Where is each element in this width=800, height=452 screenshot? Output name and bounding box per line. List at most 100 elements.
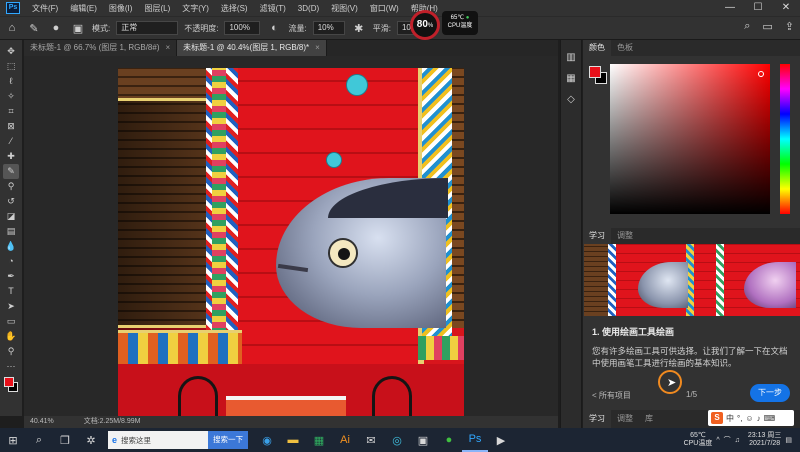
widgets-icon[interactable]: ✲: [78, 428, 104, 452]
next-step-button[interactable]: 下一步: [750, 384, 790, 402]
document-tab-active[interactable]: 未标题-1 @ 40.4%(图层 1, RGB/8)* ×: [177, 40, 327, 56]
zoom-level[interactable]: 40.41%: [30, 418, 54, 425]
windows-start-icon[interactable]: ⊞: [0, 428, 26, 452]
frame-tool-icon[interactable]: ⊠: [3, 119, 19, 134]
share-icon[interactable]: ⇪: [785, 20, 794, 33]
brush-settings-icon[interactable]: ▣: [70, 20, 86, 36]
color-swatches[interactable]: [3, 376, 19, 394]
more-tools-icon[interactable]: ···: [3, 359, 19, 374]
tab-libraries[interactable]: 库: [639, 410, 659, 428]
eyedropper-tool-icon[interactable]: ⁄: [3, 134, 19, 149]
search-icon[interactable]: ⌕: [26, 428, 52, 452]
keyboard-icon[interactable]: ⌨: [764, 414, 776, 423]
menu-filter[interactable]: 滤镜(T): [254, 3, 292, 14]
mode-select[interactable]: 正常: [116, 21, 179, 35]
type-tool-icon[interactable]: T: [3, 284, 19, 299]
document-canvas[interactable]: [118, 68, 464, 416]
hand-tool-icon[interactable]: ✋: [3, 329, 19, 344]
ime-mode[interactable]: 中: [726, 413, 734, 424]
menu-select[interactable]: 选择(S): [215, 3, 254, 14]
wechat-icon[interactable]: ●: [436, 428, 462, 452]
history-panel-icon[interactable]: ▥: [566, 52, 575, 63]
crop-tool-icon[interactable]: ⌗: [3, 104, 19, 119]
panel-foreground-swatch[interactable]: [589, 66, 601, 78]
emoji-icon[interactable]: ☺: [745, 414, 753, 423]
video-call-icon[interactable]: ▶: [488, 428, 514, 452]
menu-layer[interactable]: 图层(L): [138, 3, 176, 14]
chevron-up-icon[interactable]: ^: [716, 437, 719, 444]
maximize-button[interactable]: ☐: [744, 0, 772, 16]
illustrator-icon[interactable]: Ai: [332, 428, 358, 452]
close-tab-icon[interactable]: ×: [315, 43, 320, 52]
marquee-tool-icon[interactable]: ⬚: [3, 59, 19, 74]
pen-tool-icon[interactable]: ✒: [3, 269, 19, 284]
airbrush-icon[interactable]: ✱: [351, 20, 367, 36]
punctuation-icon[interactable]: °,: [737, 414, 742, 423]
photoshop-taskbar-icon[interactable]: Ps: [462, 428, 488, 452]
menu-edit[interactable]: 编辑(E): [64, 3, 103, 14]
tab-adjust-bottom[interactable]: 调整: [611, 410, 639, 428]
color-picker-field[interactable]: [610, 64, 770, 214]
all-projects-link[interactable]: < 所有项目: [592, 390, 631, 401]
browser-icon[interactable]: ◎: [384, 428, 410, 452]
edge-browser-icon[interactable]: ◉: [254, 428, 280, 452]
dodge-tool-icon[interactable]: ◔: [3, 254, 19, 269]
tab-learn-bottom[interactable]: 学习: [583, 410, 611, 428]
lasso-tool-icon[interactable]: ℓ: [3, 74, 19, 89]
task-view-icon[interactable]: ❐: [52, 428, 78, 452]
tab-color[interactable]: 颜色: [583, 40, 611, 56]
color-picker-cursor[interactable]: [758, 71, 764, 77]
path-select-tool-icon[interactable]: ➤: [3, 299, 19, 314]
clock[interactable]: 23:13 周三 2021/7/28: [748, 432, 781, 448]
volume-icon[interactable]: ♫: [735, 437, 740, 444]
blur-tool-icon[interactable]: 💧: [3, 239, 19, 254]
clone-stamp-tool-icon[interactable]: ⚲: [3, 179, 19, 194]
brush-size-icon[interactable]: ●: [48, 20, 64, 36]
brush-tool-icon[interactable]: ✎: [3, 164, 19, 179]
zoom-tool-icon[interactable]: ⚲: [3, 344, 19, 359]
eraser-tool-icon[interactable]: ◪: [3, 209, 19, 224]
notification-icon[interactable]: ▤: [785, 436, 792, 444]
ime-toolbar[interactable]: S 中 °, ☺ ♪ ⌨: [708, 410, 794, 426]
history-brush-tool-icon[interactable]: ↺: [3, 194, 19, 209]
move-tool-icon[interactable]: ✥: [3, 44, 19, 59]
quick-select-tool-icon[interactable]: ✧: [3, 89, 19, 104]
menu-window[interactable]: 窗口(W): [364, 3, 405, 14]
tab-learn[interactable]: 学习: [583, 228, 611, 244]
menu-type[interactable]: 文字(Y): [176, 3, 215, 14]
paths-panel-icon[interactable]: ◇: [567, 94, 575, 105]
taskbar-search-button[interactable]: 搜索一下: [208, 431, 248, 449]
flow-field[interactable]: 10%: [312, 21, 345, 35]
menu-3d[interactable]: 3D(D): [292, 4, 325, 13]
pressure-opacity-icon[interactable]: ◐: [266, 20, 282, 36]
close-button[interactable]: ✕: [772, 0, 800, 16]
network-icon[interactable]: ⌒: [724, 435, 731, 445]
spreadsheet-app-icon[interactable]: ▦: [306, 428, 332, 452]
photoshop-app-icon[interactable]: Ps: [6, 2, 20, 14]
workspace-icon[interactable]: ▭: [762, 20, 772, 33]
taskbar-search-box[interactable]: e 搜索这里: [108, 431, 208, 449]
home-icon[interactable]: ⌂: [4, 20, 20, 36]
opacity-field[interactable]: 100%: [224, 21, 261, 35]
rectangle-tool-icon[interactable]: ▭: [3, 314, 19, 329]
menu-view[interactable]: 视图(V): [325, 3, 364, 14]
hue-slider[interactable]: [780, 64, 790, 214]
gradient-tool-icon[interactable]: ▤: [3, 224, 19, 239]
mic-icon[interactable]: ♪: [757, 414, 761, 423]
store-icon[interactable]: ▣: [410, 428, 436, 452]
tab-adjustments[interactable]: 调整: [611, 228, 639, 244]
document-tab[interactable]: 未标题-1 @ 66.7% (图层 1, RGB/8#) ×: [24, 40, 178, 56]
search-icon[interactable]: ⌕: [744, 20, 750, 33]
file-explorer-icon[interactable]: ▬: [280, 428, 306, 452]
brush-tool-preset-icon[interactable]: ✎: [26, 20, 42, 36]
mail-icon[interactable]: ✉: [358, 428, 384, 452]
minimize-button[interactable]: —: [716, 0, 744, 16]
close-tab-icon[interactable]: ×: [166, 43, 171, 52]
menu-image[interactable]: 图像(I): [103, 3, 139, 14]
menu-file[interactable]: 文件(F): [26, 3, 64, 14]
healing-brush-tool-icon[interactable]: ✚: [3, 149, 19, 164]
tray-cpu-temp: 65℃ CPU温度: [684, 432, 713, 448]
tab-swatches[interactable]: 色板: [611, 40, 639, 56]
foreground-color-swatch[interactable]: [4, 377, 14, 387]
properties-panel-icon[interactable]: ▦: [566, 73, 575, 84]
